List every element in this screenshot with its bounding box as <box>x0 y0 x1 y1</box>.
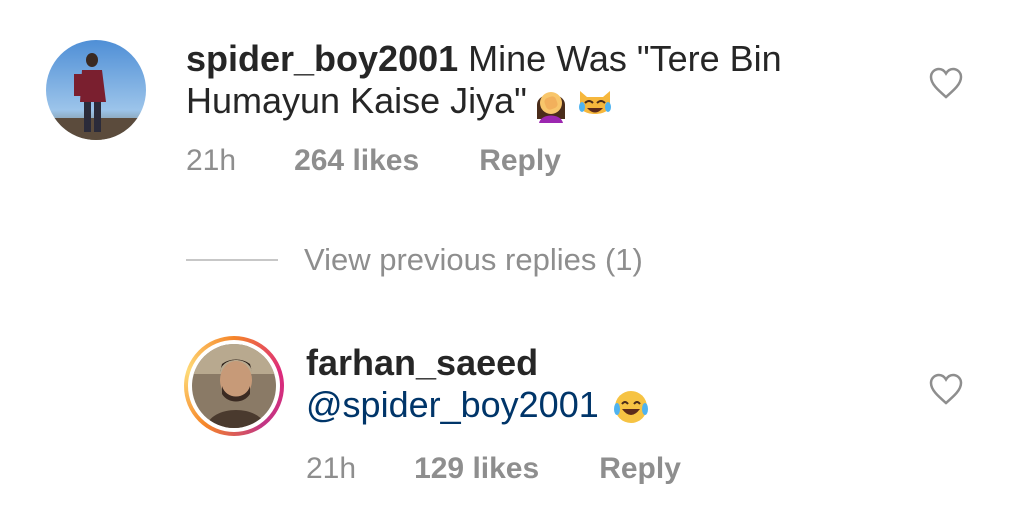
view-previous-replies[interactable]: View previous replies (1) <box>186 242 643 278</box>
reply-button[interactable]: Reply <box>599 452 681 486</box>
face-with-tears-of-joy-emoji <box>611 387 651 427</box>
woman-facepalming-emoji <box>531 83 571 124</box>
comment-body-line2: Humayun Kaise Jiya" <box>186 80 527 121</box>
like-heart-icon[interactable] <box>928 372 964 411</box>
reply-button[interactable]: Reply <box>479 144 561 178</box>
comment-username[interactable]: farhan_saeed <box>306 342 538 383</box>
comment-meta: 21h 264 likes Reply <box>186 144 561 178</box>
avatar[interactable] <box>46 40 146 140</box>
like-heart-icon[interactable] <box>928 66 964 105</box>
comment-time: 21h <box>306 452 357 485</box>
comment-username[interactable]: spider_boy2001 <box>186 38 458 79</box>
cat-tears-of-joy-emoji <box>575 83 615 123</box>
comment-text: spider_boy2001 Mine Was "Tere Bin Humayu… <box>186 38 782 124</box>
comment-body-line1: Mine Was "Tere Bin <box>458 38 782 79</box>
reply-text: farhan_saeed @spider_boy2001 <box>306 342 651 427</box>
avatar <box>192 344 276 428</box>
mention-link[interactable]: @spider_boy2001 <box>306 384 599 425</box>
reply-meta: 21h 129 likes Reply <box>306 452 681 486</box>
story-ring[interactable] <box>184 336 284 436</box>
replies-divider <box>186 259 278 261</box>
comment-likes[interactable]: 264 likes <box>294 144 419 178</box>
view-previous-replies-label: View previous replies (1) <box>304 242 643 277</box>
comment-time: 21h <box>186 144 237 177</box>
comment-likes[interactable]: 129 likes <box>414 452 539 486</box>
